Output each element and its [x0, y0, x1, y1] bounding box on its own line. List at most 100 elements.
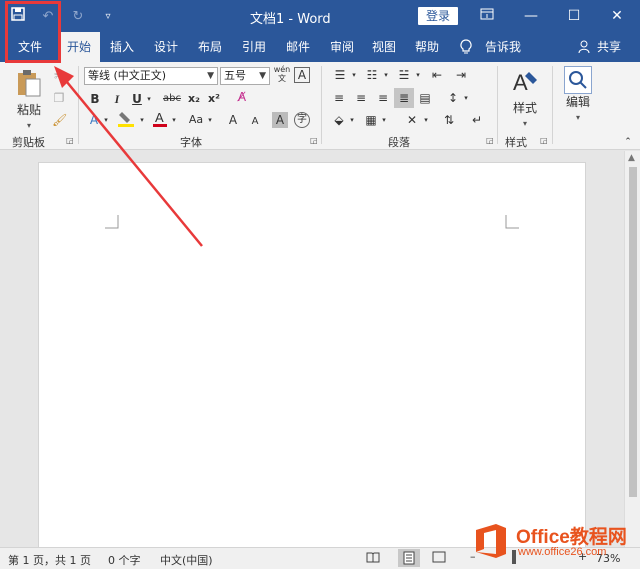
language-indicator[interactable]: 中文(中国)	[160, 552, 213, 568]
highlight-color-icon[interactable]	[116, 110, 136, 128]
chevron-down-icon: ▼	[207, 71, 214, 81]
chevron-down-icon[interactable]: ▾	[462, 90, 470, 106]
clipboard-group-label: 剪贴板	[12, 136, 45, 149]
font-color-icon[interactable]: A	[152, 110, 168, 128]
chevron-down-icon[interactable]: ▾	[414, 67, 422, 83]
character-shading-button[interactable]: A	[272, 112, 288, 128]
chevron-down-icon: ▼	[259, 71, 266, 81]
font-launcher-icon[interactable]: ◲	[310, 136, 318, 145]
asian-layout-icon[interactable]: ✕	[402, 112, 422, 128]
chevron-down-icon[interactable]: ▾	[138, 112, 146, 128]
login-button[interactable]: 登录	[418, 7, 459, 25]
styles-button[interactable]: A 样式 ▾	[506, 68, 544, 130]
collapse-ribbon-icon[interactable]: ⌃	[622, 134, 634, 150]
phonetic-guide-button[interactable]: wén 文	[273, 65, 291, 87]
underline-button[interactable]: U	[130, 91, 144, 107]
align-left-icon[interactable]: ≡	[330, 90, 348, 106]
format-painter-icon[interactable]: 🖌	[52, 112, 67, 127]
bold-button[interactable]: B	[88, 91, 102, 107]
redo-icon[interactable]: ↻	[68, 9, 88, 24]
strikethrough-button[interactable]: abc	[162, 91, 182, 107]
justify-icon[interactable]: ≣	[394, 88, 414, 108]
tab-design[interactable]: 设计	[148, 32, 184, 62]
tab-insert[interactable]: 插入	[104, 32, 140, 62]
ribbon-display-options-icon[interactable]	[476, 6, 498, 26]
multilevel-list-icon[interactable]: ☱	[394, 67, 414, 83]
chevron-down-icon: ▾	[522, 119, 527, 128]
scrollbar-thumb[interactable]	[629, 167, 637, 497]
tab-references[interactable]: 引用	[236, 32, 272, 62]
decrease-indent-icon[interactable]: ⇤	[428, 67, 446, 83]
align-right-icon[interactable]: ≡	[374, 90, 392, 106]
person-icon	[576, 32, 592, 62]
print-layout-icon[interactable]	[398, 549, 420, 567]
subscript-button[interactable]: x₂	[186, 91, 202, 107]
title-bar: ↶ ↻ ▿ 文档1 - Word 登录 — ☐ ✕	[0, 0, 640, 32]
clipboard-launcher-icon[interactable]: ◲	[66, 136, 74, 145]
chevron-down-icon[interactable]: ▾	[348, 112, 356, 128]
font-name-select[interactable]: 等线 (中文正文) ▼	[84, 67, 218, 85]
annotation-highlight-box	[5, 1, 61, 63]
chevron-down-icon[interactable]: ▾	[145, 91, 153, 107]
tab-layout[interactable]: 布局	[192, 32, 228, 62]
show-marks-icon[interactable]: ↵	[468, 112, 486, 128]
margin-corner-top-left	[105, 215, 119, 229]
chevron-down-icon[interactable]: ▾	[102, 112, 110, 128]
tab-tell-me[interactable]: 告诉我	[482, 32, 524, 62]
change-case-button[interactable]: Aa	[184, 112, 208, 128]
grow-font-button[interactable]: A	[226, 112, 240, 128]
align-center-icon[interactable]: ≡	[352, 90, 370, 106]
web-layout-icon[interactable]	[432, 551, 446, 566]
tab-home[interactable]: 开始	[58, 32, 100, 62]
close-icon[interactable]: ✕	[606, 6, 628, 26]
paragraph-launcher-icon[interactable]: ◲	[486, 136, 494, 145]
font-size-select[interactable]: 五号 ▼	[220, 67, 270, 85]
shading-icon[interactable]: ⬙	[330, 112, 348, 128]
enclose-characters-button[interactable]: 字	[294, 112, 310, 128]
share-button[interactable]: 共享	[594, 32, 624, 62]
chevron-down-icon: ▾	[26, 121, 31, 130]
document-canvas[interactable]	[0, 151, 640, 558]
chevron-down-icon[interactable]: ▾	[382, 67, 390, 83]
vertical-scrollbar[interactable]: ▲	[624, 151, 640, 547]
tab-review[interactable]: 审阅	[324, 32, 360, 62]
distributed-icon[interactable]: ▤	[416, 90, 434, 106]
editing-label: 编辑	[565, 95, 590, 109]
styles-launcher-icon[interactable]: ◲	[540, 136, 548, 145]
chevron-down-icon[interactable]: ▾	[206, 112, 214, 128]
chevron-down-icon[interactable]: ▾	[422, 112, 430, 128]
bullets-icon[interactable]: ☰	[330, 67, 350, 83]
superscript-button[interactable]: x²	[206, 91, 222, 107]
customize-qat-icon[interactable]: ▿	[98, 11, 118, 22]
chevron-down-icon[interactable]: ▾	[380, 112, 388, 128]
text-effects-icon[interactable]: A	[86, 112, 102, 128]
scroll-up-icon[interactable]: ▲	[628, 153, 635, 163]
character-border-button[interactable]: A	[294, 67, 310, 83]
editing-button[interactable]: 编辑 ▾	[560, 66, 596, 130]
tab-help[interactable]: 帮助	[409, 32, 445, 62]
tab-mailings[interactable]: 邮件	[280, 32, 316, 62]
maximize-icon[interactable]: ☐	[563, 6, 585, 26]
read-mode-icon[interactable]	[366, 551, 380, 566]
borders-icon[interactable]: ▦	[362, 112, 380, 128]
increase-indent-icon[interactable]: ⇥	[452, 67, 470, 83]
sort-icon[interactable]: ⇅	[440, 112, 458, 128]
shrink-font-button[interactable]: A	[248, 114, 262, 130]
minimize-icon[interactable]: —	[520, 6, 542, 26]
numbering-icon[interactable]: ☷	[362, 67, 382, 83]
line-spacing-icon[interactable]: ↕	[444, 90, 462, 106]
chevron-down-icon[interactable]: ▾	[350, 67, 358, 83]
paste-button[interactable]: 粘贴 ▾	[12, 68, 46, 130]
copy-icon[interactable]: ❐	[52, 90, 66, 105]
search-icon	[564, 66, 592, 94]
page-count[interactable]: 第 1 页，共 1 页	[8, 552, 91, 568]
tab-view[interactable]: 视图	[366, 32, 402, 62]
cut-icon[interactable]: ✂	[52, 68, 66, 83]
lightbulb-icon[interactable]	[458, 32, 474, 62]
word-count[interactable]: 0 个字	[108, 552, 141, 568]
chevron-down-icon[interactable]: ▾	[170, 112, 178, 128]
document-page[interactable]	[38, 162, 586, 558]
italic-button[interactable]: I	[110, 91, 124, 107]
group-divider	[78, 66, 79, 144]
clear-formatting-icon[interactable]: A̸	[232, 89, 252, 105]
